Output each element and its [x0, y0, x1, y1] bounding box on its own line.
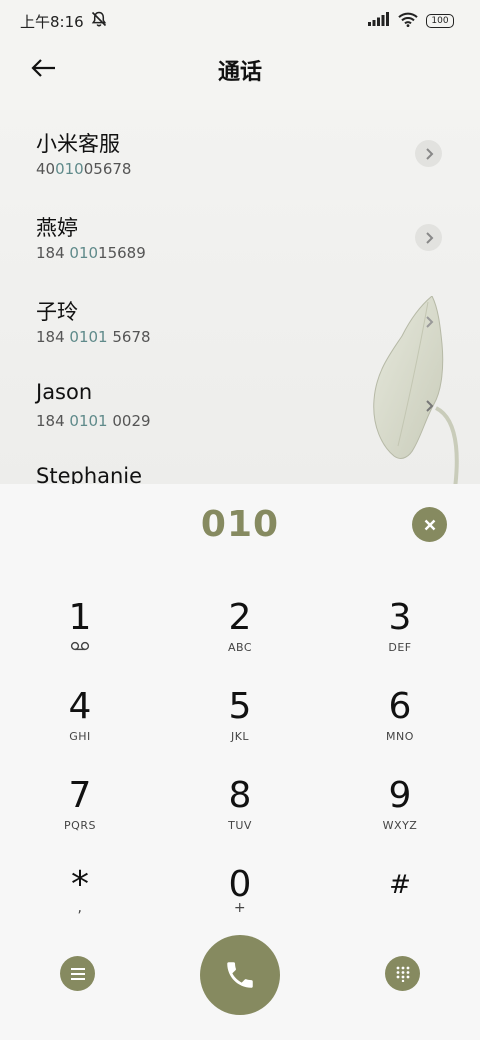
top-bar: 通话 [0, 48, 480, 92]
key-letters: + [233, 900, 247, 916]
status-bar: 上午8:16 100 [0, 0, 480, 42]
key-1[interactable]: 1 [10, 598, 150, 678]
chevron-right-icon [425, 231, 433, 244]
wifi-icon [398, 12, 418, 31]
key-2[interactable]: 2 ABC [170, 598, 310, 678]
contact-name: Jason [36, 380, 93, 404]
key-digit: 5 [228, 686, 252, 727]
contact-row[interactable]: Stephanie [0, 446, 480, 484]
clear-number-button[interactable] [412, 507, 447, 542]
key-digit: 7 [68, 775, 92, 816]
contact-results-list[interactable]: 小米客服 4001005678 燕婷 184 01015689 子玲 184 0… [0, 110, 480, 484]
key-letters: GHI [69, 730, 91, 743]
key-6[interactable]: 6 MNO [330, 687, 470, 767]
back-arrow-icon [31, 58, 57, 82]
key-letters: , [77, 900, 83, 916]
contact-row[interactable]: 子玲 184 0101 5678 [0, 278, 480, 362]
key-letters: PQRS [64, 819, 96, 832]
key-letters: DEF [388, 641, 412, 654]
key-9[interactable]: 9 WXYZ [330, 776, 470, 856]
chevron-right-icon [425, 399, 433, 412]
contact-name: 小米客服 [36, 132, 120, 156]
menu-icon [70, 967, 85, 980]
key-letters: JKL [230, 730, 250, 743]
contact-name: 燕婷 [36, 216, 78, 240]
contact-detail-button[interactable] [415, 224, 442, 251]
contact-detail-button[interactable] [415, 308, 442, 335]
key-letters: WXYZ [382, 819, 418, 832]
menu-button[interactable] [60, 956, 95, 991]
chevron-right-icon [425, 315, 433, 328]
phone-icon [227, 962, 253, 988]
back-button[interactable] [26, 54, 62, 86]
contact-number: 184 0101 5678 [36, 328, 151, 346]
contact-name: Stephanie [36, 464, 143, 484]
page-title: 通话 [217, 60, 262, 85]
key-7[interactable]: 7 PQRS [10, 776, 150, 856]
dialed-number[interactable]: 010 [0, 504, 480, 545]
call-button[interactable] [200, 935, 280, 1015]
contact-number: 184 0101 0029 [36, 412, 151, 430]
key-hash[interactable]: # [330, 865, 470, 945]
voicemail-icon [10, 641, 150, 655]
key-digit: 1 [68, 597, 92, 638]
key-8[interactable]: 8 TUV [170, 776, 310, 856]
dialpad: 010 1 2 ABC 3 DEF 4 GHI 5 JKL 6 MNO 7 PQ… [0, 484, 480, 1040]
key-4[interactable]: 4 GHI [10, 687, 150, 767]
key-digit: 0 [228, 864, 252, 905]
dialpad-toggle-button[interactable] [385, 956, 420, 991]
contact-row[interactable]: Jason 184 0101 0029 [0, 362, 480, 446]
key-digit: 2 [228, 597, 252, 638]
key-letters: TUV [228, 819, 252, 832]
contact-row[interactable]: 燕婷 184 01015689 [0, 194, 480, 278]
contact-row[interactable]: 小米客服 4001005678 [0, 110, 480, 194]
mute-bell-icon [90, 10, 108, 32]
key-5[interactable]: 5 JKL [170, 687, 310, 767]
battery-icon: 100 [426, 14, 454, 28]
close-icon [424, 519, 435, 530]
key-digit: 3 [388, 597, 412, 638]
key-star[interactable]: * , [10, 865, 150, 945]
key-digit: 8 [228, 775, 252, 816]
key-digit: 9 [388, 775, 412, 816]
key-letters: ABC [227, 641, 253, 654]
key-0[interactable]: 0 + [170, 865, 310, 945]
contact-number: 184 01015689 [36, 244, 146, 262]
status-time: 上午8:16 [20, 12, 84, 31]
signal-icon [368, 12, 390, 30]
key-3[interactable]: 3 DEF [330, 598, 470, 678]
contact-number: 4001005678 [36, 160, 132, 178]
key-digit: 4 [68, 686, 92, 727]
contact-name: 子玲 [36, 300, 78, 324]
key-digit: # [389, 870, 411, 900]
key-digit: * [71, 864, 89, 905]
contact-detail-button[interactable] [415, 140, 442, 167]
key-letters: MNO [386, 730, 414, 743]
contact-detail-button[interactable] [415, 392, 442, 419]
chevron-right-icon [425, 147, 433, 160]
key-digit: 6 [388, 686, 412, 727]
dialpad-icon [396, 966, 409, 982]
